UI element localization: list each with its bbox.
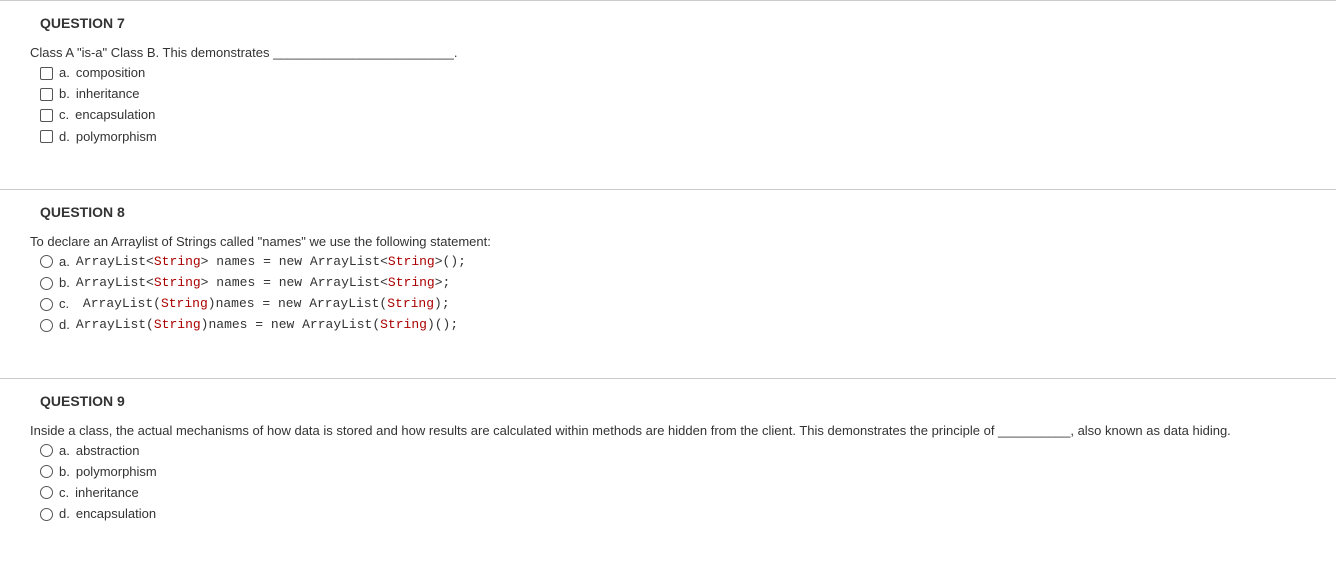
option-row: b. polymorphism [40,463,1336,481]
option-text: encapsulation [75,106,155,124]
option-code: ArrayList(String)names = new ArrayList(S… [76,316,458,334]
option-text: inheritance [75,484,139,502]
option-row: b. ArrayList<String> names = new ArrayLi… [40,274,1336,292]
option-row: c. inheritance [40,484,1336,502]
question-prompt: To declare an Arraylist of Strings calle… [30,234,1336,249]
option-code: ArrayList(String)names = new ArrayList(S… [75,295,450,313]
option-radio-d[interactable] [40,508,53,521]
option-code: ArrayList<String> names = new ArrayList<… [76,253,466,271]
option-letter: b. [59,274,70,292]
question-prompt: Inside a class, the actual mechanisms of… [30,423,1336,438]
option-letter: d. [59,505,70,523]
option-row: c. encapsulation [40,106,1336,124]
option-checkbox-d[interactable] [40,130,53,143]
option-letter: a. [59,64,70,82]
question-7: QUESTION 7 Class A "is-a" Class B. This … [0,0,1336,179]
option-text: polymorphism [76,128,157,146]
option-checkbox-b[interactable] [40,88,53,101]
option-row: a. abstraction [40,442,1336,460]
option-text: abstraction [76,442,140,460]
option-row: c. ArrayList(String)names = new ArrayLis… [40,295,1336,313]
option-letter: c. [59,106,69,124]
option-letter: d. [59,128,70,146]
option-radio-c[interactable] [40,298,53,311]
option-row: d. encapsulation [40,505,1336,523]
option-letter: c. [59,484,69,502]
option-checkbox-c[interactable] [40,109,53,122]
option-radio-b[interactable] [40,465,53,478]
option-radio-a[interactable] [40,255,53,268]
option-radio-d[interactable] [40,319,53,332]
question-8: QUESTION 8 To declare an Arraylist of St… [0,189,1336,368]
option-row: d. ArrayList(String)names = new ArrayLis… [40,316,1336,334]
question-title: QUESTION 7 [40,15,1336,31]
question-prompt: Class A "is-a" Class B. This demonstrate… [30,45,1336,60]
option-letter: c. [59,295,69,313]
option-text: composition [76,64,145,82]
option-letter: a. [59,253,70,271]
option-letter: d. [59,316,70,334]
option-text: inheritance [76,85,140,103]
option-text: polymorphism [76,463,157,481]
question-title: QUESTION 8 [40,204,1336,220]
option-radio-a[interactable] [40,444,53,457]
option-letter: b. [59,463,70,481]
option-row: b. inheritance [40,85,1336,103]
option-text: encapsulation [76,505,156,523]
option-radio-c[interactable] [40,486,53,499]
option-letter: b. [59,85,70,103]
option-row: a. ArrayList<String> names = new ArrayLi… [40,253,1336,271]
option-row: d. polymorphism [40,128,1336,146]
option-code: ArrayList<String> names = new ArrayList<… [76,274,451,292]
option-letter: a. [59,442,70,460]
option-checkbox-a[interactable] [40,67,53,80]
question-9: QUESTION 9 Inside a class, the actual me… [0,378,1336,557]
question-title: QUESTION 9 [40,393,1336,409]
option-row: a. composition [40,64,1336,82]
option-radio-b[interactable] [40,277,53,290]
